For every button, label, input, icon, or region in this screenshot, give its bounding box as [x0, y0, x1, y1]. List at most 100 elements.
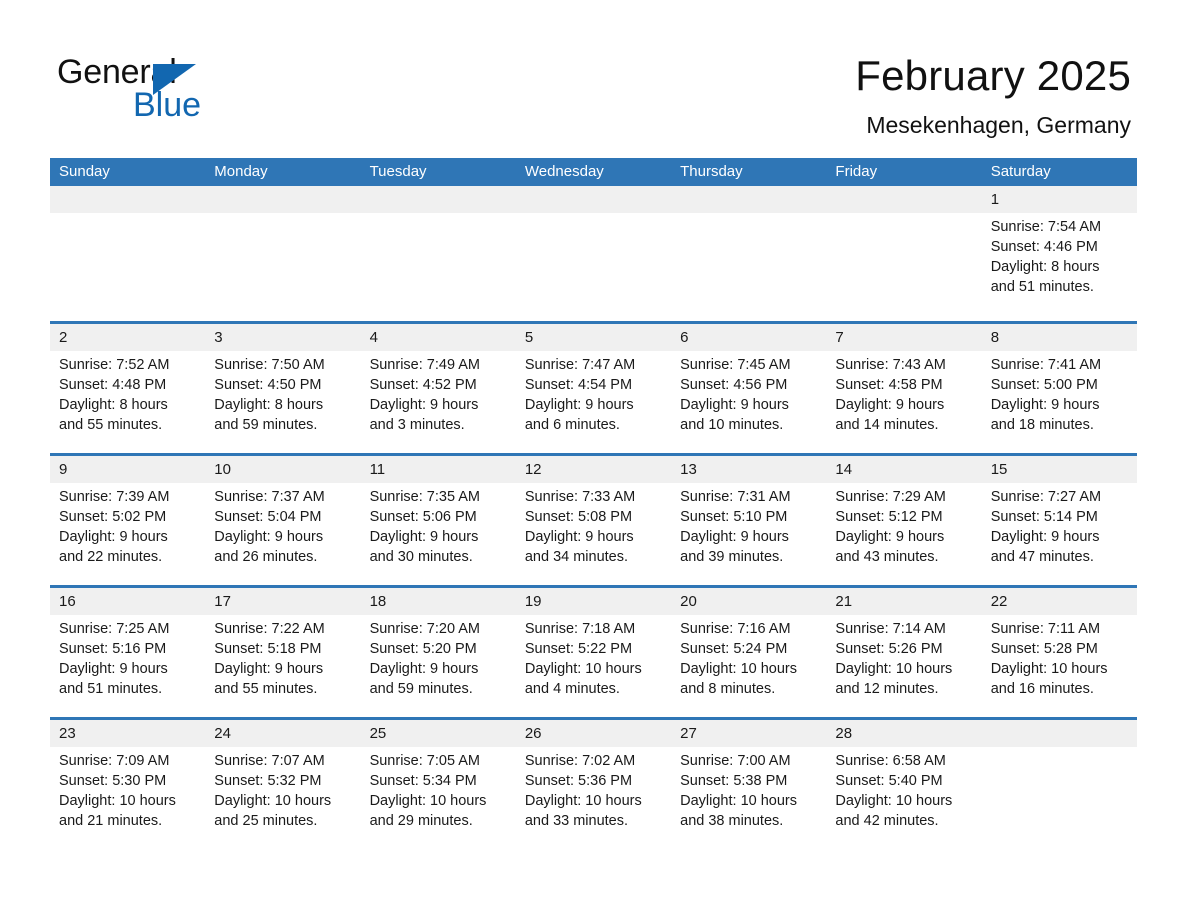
calendar-day-cell[interactable]: 4 Sunrise: 7:49 AM Sunset: 4:52 PM Daylight… — [361, 324, 516, 453]
daylight-text-line2: and 14 minutes. — [835, 417, 939, 433]
day-number: 12 — [524, 461, 542, 478]
calendar-week-row: 23 Sunrise: 7:09 AM Sunset: 5:30 PM Dayligh… — [50, 717, 1137, 849]
day-sun-info: Sunrise: 7:52 AM Sunset: 4:48 PM Daylight:… — [59, 351, 196, 435]
daylight-text-line2: and 12 minutes. — [835, 681, 939, 697]
daylight-text-line2: and 21 minutes. — [59, 813, 163, 829]
calendar-day-cell[interactable]: 17 Sunrise: 7:22 AM Sunset: 5:18 PM Dayligh… — [205, 588, 360, 717]
weekday-header-thursday: Thursday — [680, 163, 743, 180]
sunset-text: Sunset: 5:26 PM — [835, 641, 943, 657]
page-header: General Blue February 2025 Mesekenhagen,… — [0, 0, 1188, 155]
generalblue-logo[interactable]: General Blue — [57, 52, 357, 132]
calendar-day-cell-empty — [50, 186, 205, 321]
daylight-text-line1: Daylight: 9 hours — [680, 529, 789, 545]
day-sun-info: Sunrise: 7:22 AM Sunset: 5:18 PM Daylight:… — [214, 615, 351, 699]
weekday-header-tuesday: Tuesday — [369, 163, 427, 180]
sunset-text: Sunset: 4:48 PM — [59, 377, 167, 393]
daylight-text-line2: and 59 minutes. — [214, 417, 318, 433]
daylight-text-line2: and 33 minutes. — [524, 813, 629, 829]
sunrise-text: Sunrise: 7:11 AM — [990, 621, 1101, 637]
sunset-text: Sunset: 5:12 PM — [835, 509, 943, 525]
calendar-day-cell[interactable]: 3 Sunrise: 7:50 AM Sunset: 4:50 PM Daylight… — [205, 324, 360, 453]
daylight-text-line2: and 38 minutes. — [680, 813, 784, 829]
calendar-day-cell[interactable]: 11 Sunrise: 7:35 AM Sunset: 5:06 PM Dayligh… — [361, 456, 516, 585]
day-number: 22 — [990, 593, 1008, 610]
sunrise-text: Sunrise: 7:29 AM — [835, 489, 946, 505]
calendar-day-cell-empty — [516, 186, 671, 321]
day-sun-info: Sunrise: 7:18 AM Sunset: 5:22 PM Daylight:… — [525, 615, 662, 699]
daylight-text-line1: Daylight: 8 hours — [990, 259, 1100, 275]
day-sun-info: Sunrise: 7:27 AM Sunset: 5:14 PM Daylight:… — [991, 483, 1128, 567]
calendar-day-cell[interactable]: 2 Sunrise: 7:52 AM Sunset: 4:48 PM Daylight… — [50, 324, 205, 453]
day-sun-info: Sunrise: 7:07 AM Sunset: 5:32 PM Daylight:… — [214, 747, 351, 831]
daylight-text-line2: and 18 minutes. — [990, 417, 1094, 433]
daylight-text-line1: Daylight: 9 hours — [369, 661, 479, 677]
day-number: 4 — [369, 329, 378, 346]
daylight-text-line1: Daylight: 9 hours — [524, 397, 634, 413]
sunset-text: Sunset: 4:56 PM — [680, 377, 788, 393]
sunrise-text: Sunrise: 7:33 AM — [524, 489, 636, 505]
calendar-day-cell[interactable]: 23 Sunrise: 7:09 AM Sunset: 5:30 PM Dayligh… — [50, 720, 205, 849]
day-number: 6 — [680, 329, 689, 346]
day-sun-info: Sunrise: 7:41 AM Sunset: 5:00 PM Daylight:… — [991, 351, 1128, 435]
day-number: 20 — [680, 593, 697, 610]
calendar-day-cell[interactable]: 21 Sunrise: 7:14 AM Sunset: 5:26 PM Dayligh… — [826, 588, 981, 717]
calendar-day-cell-empty — [982, 720, 1137, 849]
weekday-header-saturday: Saturday — [990, 163, 1051, 180]
calendar-week-row: 16 Sunrise: 7:25 AM Sunset: 5:16 PM Dayligh… — [50, 585, 1137, 717]
daylight-text-line2: and 47 minutes. — [990, 549, 1094, 565]
sunset-text: Sunset: 5:16 PM — [59, 641, 167, 657]
daylight-text-line2: and 3 minutes. — [369, 417, 465, 433]
calendar-day-cell[interactable]: 27 Sunrise: 7:00 AM Sunset: 5:38 PM Dayligh… — [671, 720, 826, 849]
calendar-day-cell[interactable]: 8 Sunrise: 7:41 AM Sunset: 5:00 PM Daylight… — [982, 324, 1137, 453]
calendar-day-cell[interactable]: 18 Sunrise: 7:20 AM Sunset: 5:20 PM Dayligh… — [361, 588, 516, 717]
daylight-text-line1: Daylight: 9 hours — [990, 397, 1100, 413]
calendar-day-cell[interactable]: 12 Sunrise: 7:33 AM Sunset: 5:08 PM Dayligh… — [516, 456, 671, 585]
sunset-text: Sunset: 5:34 PM — [369, 773, 477, 789]
calendar-day-cell[interactable]: 5 Sunrise: 7:47 AM Sunset: 4:54 PM Daylight… — [516, 324, 671, 453]
calendar-day-cell[interactable]: 10 Sunrise: 7:37 AM Sunset: 5:04 PM Dayligh… — [205, 456, 360, 585]
day-sun-info: Sunrise: 7:47 AM Sunset: 4:54 PM Daylight:… — [525, 351, 662, 435]
day-number: 17 — [214, 593, 231, 610]
daylight-text-line1: Daylight: 9 hours — [524, 529, 634, 545]
day-sun-info: Sunrise: 7:35 AM Sunset: 5:06 PM Daylight:… — [370, 483, 507, 567]
sunset-text: Sunset: 5:18 PM — [214, 641, 322, 657]
sunset-text: Sunset: 5:40 PM — [835, 773, 943, 789]
calendar-week-row: 9 Sunrise: 7:39 AM Sunset: 5:02 PM Daylight… — [50, 453, 1137, 585]
calendar-day-cell[interactable]: 7 Sunrise: 7:43 AM Sunset: 4:58 PM Daylight… — [826, 324, 981, 453]
day-sun-info: Sunrise: 7:25 AM Sunset: 5:16 PM Daylight:… — [59, 615, 196, 699]
daylight-text-line1: Daylight: 8 hours — [214, 397, 324, 413]
sunrise-text: Sunrise: 7:41 AM — [990, 357, 1102, 373]
daylight-text-line1: Daylight: 9 hours — [369, 397, 479, 413]
day-number: 8 — [990, 329, 1000, 346]
calendar-day-cell[interactable]: 14 Sunrise: 7:29 AM Sunset: 5:12 PM Dayligh… — [826, 456, 981, 585]
daylight-text-line2: and 34 minutes. — [524, 549, 629, 565]
daylight-text-line1: Daylight: 9 hours — [990, 529, 1100, 545]
calendar-day-cell[interactable]: 15 Sunrise: 7:27 AM Sunset: 5:14 PM Dayligh… — [982, 456, 1137, 585]
calendar-day-cell[interactable]: 9 Sunrise: 7:39 AM Sunset: 5:02 PM Daylight… — [50, 456, 205, 585]
calendar-day-cell[interactable]: 26 Sunrise: 7:02 AM Sunset: 5:36 PM Dayligh… — [516, 720, 671, 849]
calendar-day-cell[interactable]: 6 Sunrise: 7:45 AM Sunset: 4:56 PM Daylight… — [671, 324, 826, 453]
page-subtitle: Mesekenhagen, Germany — [866, 112, 1131, 138]
day-sun-info: Sunrise: 7:33 AM Sunset: 5:08 PM Daylight:… — [525, 483, 662, 567]
calendar-weeks: 1 Sunrise: 7:54 AM Sunset: 4:46 PM Daylight… — [50, 186, 1137, 849]
day-number: 14 — [835, 461, 853, 478]
day-sun-info: Sunrise: 7:50 AM Sunset: 4:50 PM Daylight:… — [214, 351, 351, 435]
sunrise-text: Sunrise: 7:27 AM — [990, 489, 1102, 505]
calendar-day-cell[interactable]: 13 Sunrise: 7:31 AM Sunset: 5:10 PM Dayligh… — [671, 456, 826, 585]
calendar-day-cell[interactable]: 24 Sunrise: 7:07 AM Sunset: 5:32 PM Dayligh… — [205, 720, 360, 849]
calendar-day-cell[interactable]: 16 Sunrise: 7:25 AM Sunset: 5:16 PM Dayligh… — [50, 588, 205, 717]
title-block: February 2025 Mesekenhagen, Germany — [511, 50, 1131, 140]
day-sun-info: Sunrise: 7:00 AM Sunset: 5:38 PM Daylight:… — [680, 747, 817, 831]
sunrise-text: Sunrise: 7:25 AM — [59, 621, 170, 637]
day-sun-info: Sunrise: 7:39 AM Sunset: 5:02 PM Daylight:… — [59, 483, 196, 567]
calendar-day-cell[interactable]: 20 Sunrise: 7:16 AM Sunset: 5:24 PM Dayligh… — [671, 588, 826, 717]
daylight-text-line1: Daylight: 9 hours — [369, 529, 479, 545]
calendar-day-cell[interactable]: 19 Sunrise: 7:18 AM Sunset: 5:22 PM Dayligh… — [516, 588, 671, 717]
calendar-day-cell[interactable]: 28 Sunrise: 6:58 AM Sunset: 5:40 PM Dayligh… — [826, 720, 981, 849]
sunrise-text: Sunrise: 7:22 AM — [214, 621, 325, 637]
calendar-day-cell[interactable]: 22 Sunrise: 7:11 AM Sunset: 5:28 PM Dayligh… — [982, 588, 1137, 717]
calendar-day-cell[interactable]: 25 Sunrise: 7:05 AM Sunset: 5:34 PM Dayligh… — [361, 720, 516, 849]
sunrise-text: Sunrise: 7:35 AM — [369, 489, 480, 505]
calendar-day-cell[interactable]: 1 Sunrise: 7:54 AM Sunset: 4:46 PM Daylight… — [982, 186, 1137, 321]
calendar-day-cell-empty — [205, 186, 360, 321]
